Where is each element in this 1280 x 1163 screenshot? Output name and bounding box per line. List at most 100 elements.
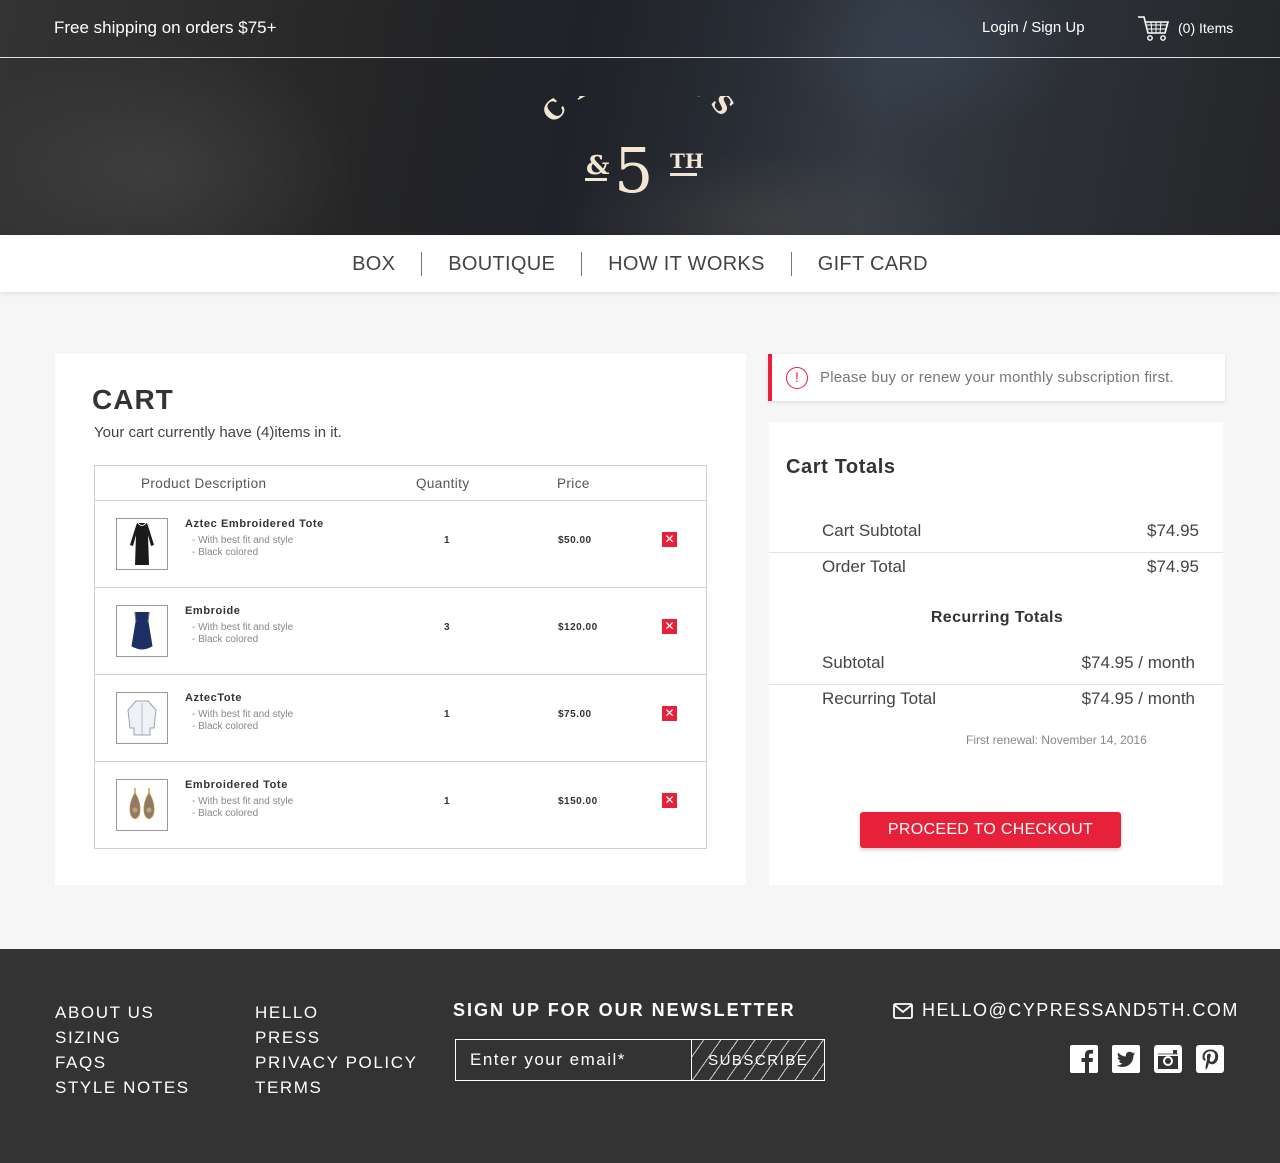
col-price: Price	[557, 476, 590, 491]
footer-links-col2: HELLO PRESS PRIVACY POLICY TERMS	[255, 1000, 418, 1100]
dress-icon	[130, 522, 154, 565]
remove-item-button[interactable]: ✕	[662, 532, 677, 547]
product-quantity[interactable]: 1	[444, 709, 450, 720]
proceed-to-checkout-button[interactable]: PROCEED TO CHECKOUT	[860, 812, 1121, 848]
product-price: $50.00	[558, 535, 592, 546]
product-quantity[interactable]: 1	[444, 535, 450, 546]
top-bar: Free shipping on orders $75+ Login / Sig…	[0, 0, 1280, 58]
table-row: Embroidered Tote - With best fit and sty…	[95, 762, 706, 849]
cart-title: CART	[92, 384, 174, 415]
footer-link-sizing[interactable]: SIZING	[55, 1025, 190, 1050]
product-thumbnail[interactable]	[116, 605, 168, 657]
recurring-totals-title: Recurring Totals	[930, 609, 1064, 626]
col-product-description: Product Description	[141, 476, 267, 491]
footer-link-privacy-policy[interactable]: PRIVACY POLICY	[255, 1050, 418, 1075]
table-row: AztecTote - With best fit and style - Bla…	[95, 675, 706, 762]
shopping-cart-icon	[1138, 16, 1170, 41]
cypress-5th-logo[interactable]: CYPRESS & 5 TH	[538, 96, 742, 200]
nav-item-boutique[interactable]: BOUTIQUE	[422, 251, 583, 276]
col-quantity: Quantity	[416, 476, 470, 491]
remove-item-button[interactable]: ✕	[662, 619, 677, 634]
recurring-total-row: Recurring Total $74.95 / month	[769, 685, 1223, 721]
nav-item-box[interactable]: BOX	[326, 251, 423, 276]
cart-totals-title: Cart Totals	[786, 456, 896, 478]
blouse-icon	[127, 700, 157, 736]
cart-subtotal-row: Cart Subtotal $74.95	[769, 517, 1223, 553]
footer-link-press[interactable]: PRESS	[255, 1025, 418, 1050]
camisole-icon	[131, 611, 153, 650]
cart-subtotal-label: Cart Subtotal	[822, 521, 922, 540]
remove-item-button[interactable]: ✕	[662, 793, 677, 808]
order-total-value: $74.95	[1147, 557, 1199, 576]
first-renewal-date: First renewal: November 14, 2016	[966, 733, 1147, 747]
footer-link-faqs[interactable]: FAQS	[55, 1050, 190, 1075]
product-thumbnail[interactable]	[116, 779, 168, 831]
alert-icon: !	[786, 366, 808, 389]
twitter-icon[interactable]	[1112, 1045, 1140, 1073]
subscribe-button[interactable]: SUBSCRIBE	[691, 1040, 824, 1080]
envelope-icon	[893, 1002, 913, 1019]
promo-text: Free shipping on orders $75+	[54, 18, 277, 37]
product-price: $150.00	[558, 796, 598, 807]
table-row: Embroide - With best fit and style - Blac…	[95, 588, 706, 675]
product-quantity[interactable]: 1	[444, 796, 450, 807]
contact-email-link[interactable]: HELLO@CYPRESSAND5TH.COM	[893, 1000, 1239, 1021]
cart-subtitle: Your cart currently have (4)items in it.	[94, 424, 342, 441]
footer-link-hello[interactable]: HELLO	[255, 1000, 418, 1025]
product-thumbnail[interactable]	[116, 518, 168, 570]
cart-table: Product Description Quantity Price Aztec…	[94, 465, 707, 849]
product-description: - With best fit and style - Black colored	[192, 796, 294, 819]
recurring-total-value: $74.95 / month	[1081, 689, 1195, 708]
product-description: - With best fit and style - Black colored	[192, 622, 294, 645]
instagram-icon[interactable]	[1154, 1045, 1182, 1073]
order-total-label: Order Total	[822, 557, 906, 576]
product-name[interactable]: Embroide	[185, 605, 241, 617]
footer: ABOUT US SIZING FAQS STYLE NOTES HELLO P…	[0, 949, 1280, 1163]
order-total-row: Order Total $74.95	[769, 553, 1223, 589]
hero-header: Free shipping on orders $75+ Login / Sig…	[0, 0, 1280, 235]
product-price: $75.00	[558, 709, 592, 720]
footer-link-terms[interactable]: TERMS	[255, 1075, 418, 1100]
table-row: Aztec Embroidered Tote - With best fit a…	[95, 501, 706, 588]
nav-item-gift-card[interactable]: GIFT CARD	[792, 252, 954, 276]
facebook-icon[interactable]	[1070, 1045, 1098, 1073]
svg-text:TH: TH	[670, 149, 704, 173]
product-name[interactable]: Embroidered Tote	[185, 779, 288, 791]
svg-text:5: 5	[614, 134, 653, 200]
remove-item-button[interactable]: ✕	[662, 706, 677, 721]
svg-text:&: &	[586, 151, 609, 181]
subscription-alert: ! Please buy or renew your monthly subsc…	[768, 354, 1225, 401]
product-price: $120.00	[558, 622, 598, 633]
pinterest-icon[interactable]	[1196, 1045, 1224, 1073]
svg-text:CYPRESS: CYPRESS	[538, 96, 742, 129]
cart-totals-panel: Cart Totals Cart Subtotal $74.95 Order T…	[769, 422, 1223, 885]
alert-message: Please buy or renew your monthly subscri…	[820, 369, 1174, 386]
footer-links-col1: ABOUT US SIZING FAQS STYLE NOTES	[55, 1000, 190, 1100]
footer-link-about-us[interactable]: ABOUT US	[55, 1000, 190, 1025]
cart-table-header: Product Description Quantity Price	[95, 466, 706, 501]
product-quantity[interactable]: 3	[444, 622, 450, 633]
newsletter-form: SUBSCRIBE	[455, 1039, 825, 1081]
cart-link[interactable]: (0) Items	[1137, 14, 1233, 42]
cart-subtotal-value: $74.95	[1147, 521, 1199, 540]
cart-count: (0) Items	[1178, 20, 1234, 36]
contact-email: HELLO@CYPRESSAND5TH.COM	[922, 1000, 1239, 1020]
earrings-icon	[129, 788, 155, 819]
product-description: - With best fit and style - Black colored	[192, 535, 294, 558]
social-links	[1070, 1045, 1224, 1073]
recurring-subtotal-row: Subtotal $74.95 / month	[769, 649, 1223, 685]
product-thumbnail[interactable]	[116, 692, 168, 744]
nav-item-how-it-works[interactable]: HOW IT WORKS	[582, 251, 792, 276]
recurring-subtotal-label: Subtotal	[822, 653, 885, 672]
footer-link-style-notes[interactable]: STYLE NOTES	[55, 1075, 190, 1100]
recurring-subtotal-value: $74.95 / month	[1081, 653, 1195, 672]
main-nav: BOX BOUTIQUE HOW IT WORKS GIFT CARD	[0, 235, 1280, 292]
cart-panel: CART Your cart currently have (4)items i…	[55, 354, 746, 885]
product-name[interactable]: AztecTote	[185, 692, 242, 704]
newsletter-title: SIGN UP FOR OUR NEWSLETTER	[453, 1000, 796, 1020]
product-name[interactable]: Aztec Embroidered Tote	[185, 518, 324, 530]
recurring-total-label: Recurring Total	[822, 689, 937, 708]
newsletter-email-input[interactable]	[456, 1040, 692, 1080]
product-description: - With best fit and style - Black colored	[192, 709, 294, 732]
login-signup-link[interactable]: Login / Sign Up	[982, 19, 1085, 36]
